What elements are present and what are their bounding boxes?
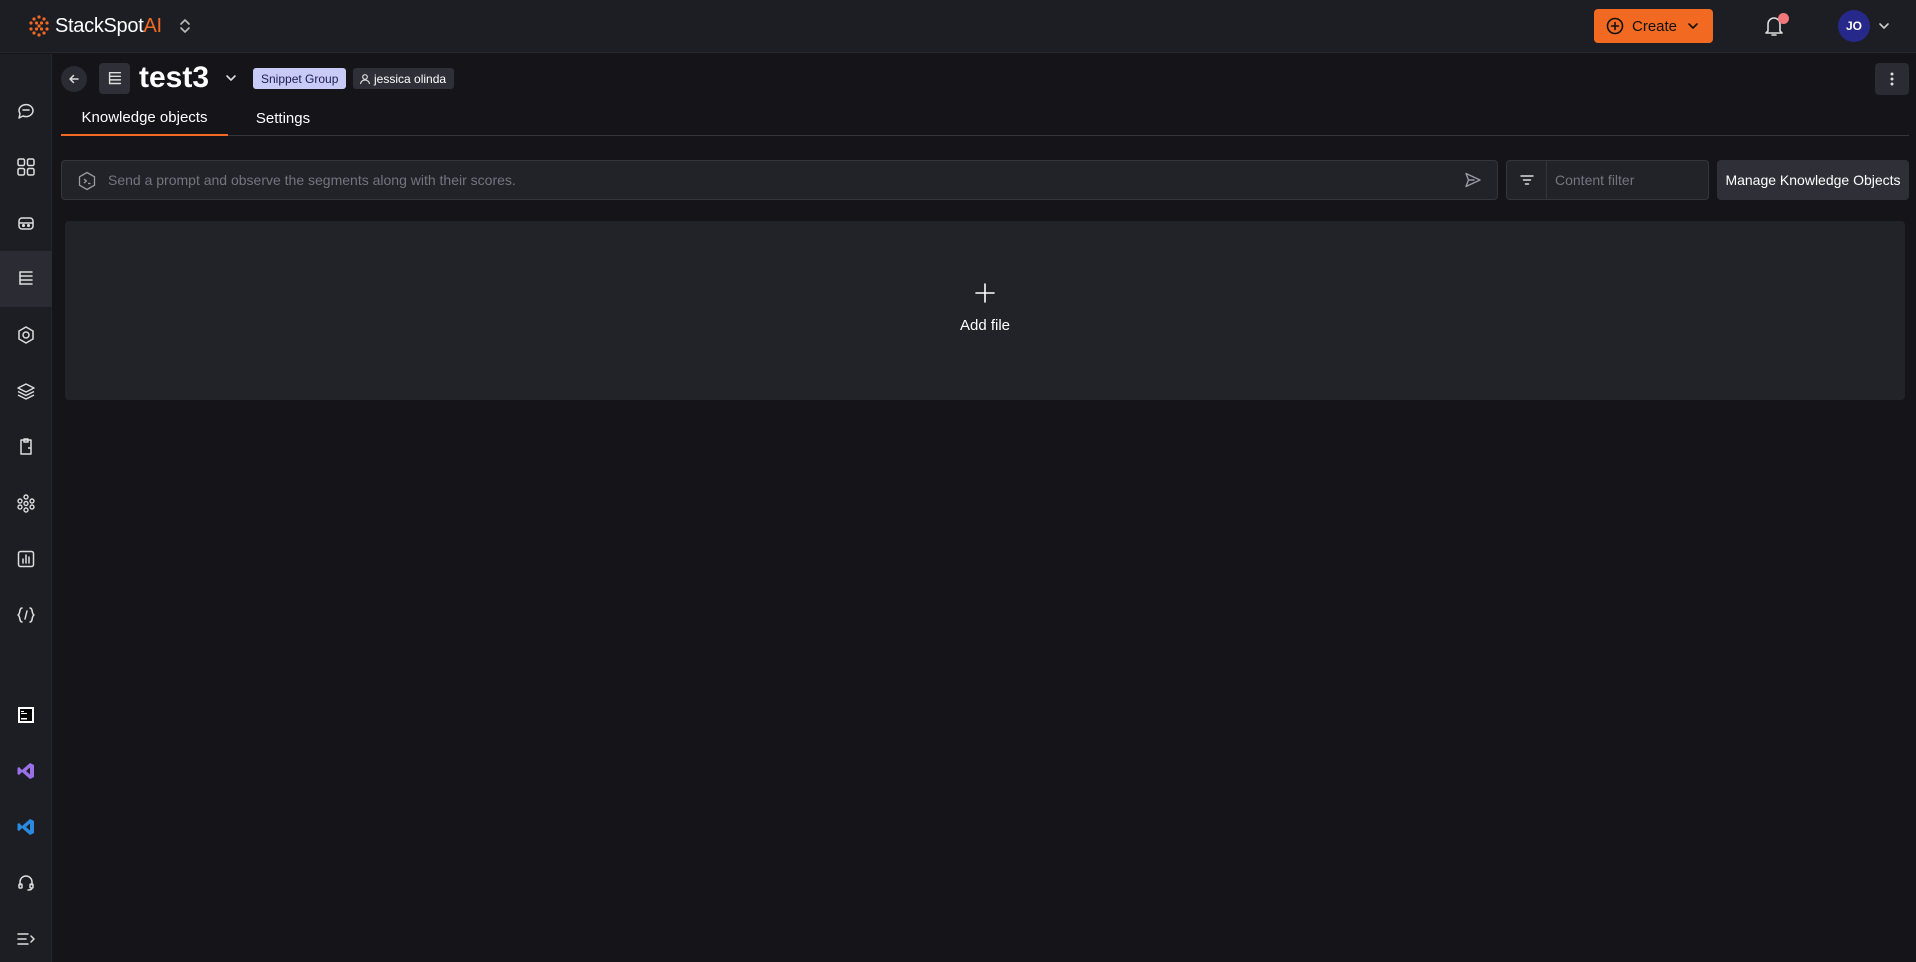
- stackspot-logo-icon: [29, 15, 49, 37]
- sidebar-item-chat[interactable]: [0, 83, 52, 139]
- create-button[interactable]: Create: [1594, 9, 1713, 43]
- prompt-input[interactable]: [108, 161, 1428, 199]
- owner-name: jessica olinda: [374, 71, 447, 86]
- send-icon[interactable]: [1464, 171, 1482, 189]
- knowledge-sources-icon: [19, 271, 33, 285]
- sidebar-item-agents[interactable]: [0, 195, 52, 251]
- sidebar-item-jetbrains[interactable]: [0, 687, 52, 743]
- code-braces-icon: [17, 607, 35, 623]
- sidebar-item-knowledge-sources[interactable]: [0, 251, 52, 307]
- type-badge: Snippet Group: [253, 68, 347, 89]
- owner-badge: jessica olinda: [353, 68, 455, 89]
- prompt-bar: [61, 160, 1498, 200]
- more-options-button[interactable]: [1875, 63, 1909, 95]
- cluster-icon: [17, 494, 35, 513]
- sidebar-item-guardrails[interactable]: [0, 307, 52, 363]
- user-avatar[interactable]: JO: [1838, 10, 1870, 42]
- plus-icon: [975, 283, 995, 303]
- agent-icon: [18, 217, 34, 230]
- sidebar-item-visual-studio[interactable]: [0, 743, 52, 799]
- arrow-left-icon: [69, 74, 79, 84]
- chart-icon: [17, 550, 35, 568]
- chevron-down-icon: [1688, 23, 1698, 29]
- sidebar-item-dashboard[interactable]: [0, 139, 52, 195]
- content-filter: [1506, 160, 1709, 200]
- vs-icon: [17, 763, 34, 779]
- filter-icon: [1519, 175, 1534, 185]
- logo-text: StackSpotAI: [55, 14, 162, 37]
- manage-knowledge-objects-button[interactable]: Manage Knowledge Objects: [1717, 160, 1909, 200]
- tab-settings[interactable]: Settings: [228, 100, 338, 136]
- dashboard-icon: [17, 158, 35, 176]
- sidebar: [0, 54, 52, 962]
- sidebar-item-vscode[interactable]: [0, 799, 52, 855]
- sidebar-item-support[interactable]: [0, 855, 52, 911]
- chevron-down-icon[interactable]: [224, 71, 238, 85]
- chat-icon: [18, 103, 34, 119]
- chevron-down-icon[interactable]: [1878, 20, 1890, 32]
- headset-icon: [18, 875, 34, 891]
- snippet-group-icon: [99, 63, 130, 94]
- kebab-menu-icon: [1890, 72, 1894, 86]
- prompt-hexagon-icon: [78, 171, 96, 191]
- collapse-menu-icon: [17, 933, 35, 945]
- sidebar-item-variables[interactable]: [0, 587, 52, 643]
- knowledge-sources-icon: [108, 71, 121, 84]
- create-button-label: Create: [1632, 17, 1678, 35]
- filter-button[interactable]: [1507, 161, 1547, 199]
- user-icon: [359, 73, 371, 84]
- add-file-label: Add file: [959, 317, 1011, 334]
- add-file-dropzone[interactable]: Add file: [65, 221, 1905, 400]
- sidebar-item-workspaces[interactable]: [0, 475, 52, 531]
- back-button[interactable]: [61, 66, 87, 92]
- clipboard-icon: [20, 438, 32, 455]
- content-filter-input[interactable]: [1555, 161, 1705, 199]
- jetbrains-icon: [18, 707, 34, 723]
- sidebar-item-stacks[interactable]: [0, 363, 52, 419]
- tab-bar: Knowledge objects Settings: [61, 100, 1909, 136]
- top-bar: StackSpotAI Create JO: [0, 0, 1916, 53]
- page-title: test3: [139, 61, 210, 94]
- sidebar-item-collapse[interactable]: [0, 911, 52, 962]
- plus-circle-icon: [1606, 17, 1624, 35]
- switch-account-icon[interactable]: [178, 16, 192, 36]
- shield-icon: [18, 326, 34, 344]
- tab-knowledge-objects[interactable]: Knowledge objects: [61, 100, 228, 136]
- sidebar-item-insights[interactable]: [0, 531, 52, 587]
- notification-dot: [1778, 13, 1789, 24]
- stackspot-logo[interactable]: StackSpotAI: [28, 14, 162, 38]
- vscode-icon: [17, 819, 34, 835]
- sidebar-item-quick-commands[interactable]: [0, 419, 52, 475]
- layers-icon: [17, 383, 35, 400]
